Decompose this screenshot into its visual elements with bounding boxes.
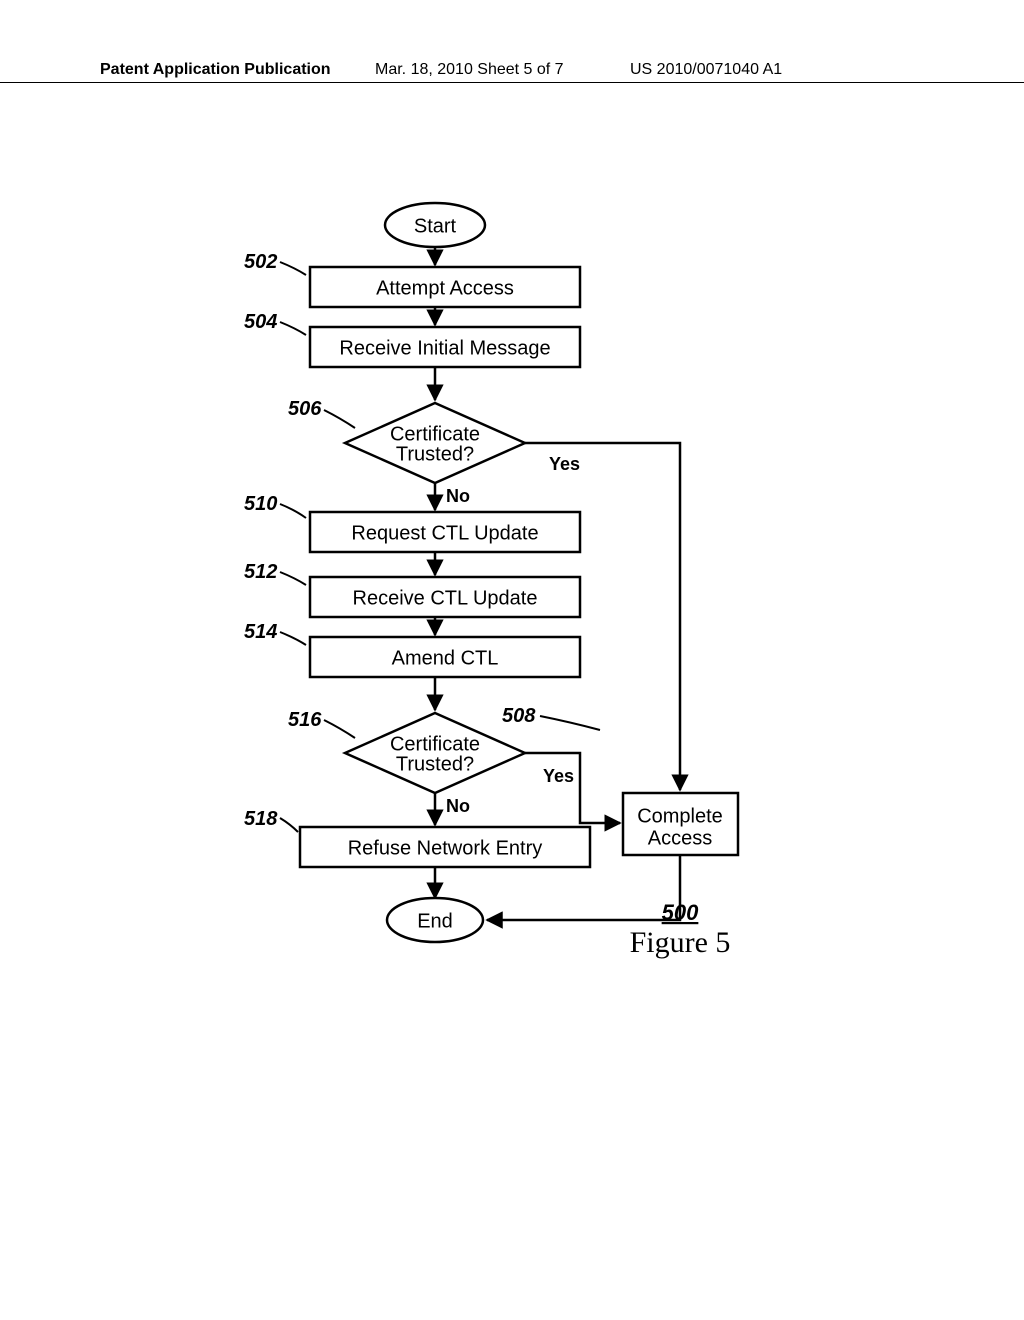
ref-518: 518 [244, 808, 278, 830]
flowchart-diagram: Start Attempt Access 502 Receive Initial… [0, 0, 1024, 1320]
ref-510: 510 [244, 493, 277, 515]
ref-516: 516 [288, 709, 322, 731]
decision-506-line1: Certificate [390, 423, 480, 445]
step-512-text: Receive CTL Update [353, 587, 538, 609]
step-504-text: Receive Initial Message [339, 337, 550, 359]
figure-caption: Figure 5 [630, 926, 731, 959]
label-506-no: No [446, 486, 470, 506]
ref-508: 508 [502, 705, 536, 727]
step-518-text: Refuse Network Entry [348, 837, 543, 859]
label-516-yes: Yes [543, 766, 574, 786]
step-508-line2: Access [648, 827, 712, 849]
label-516-no: No [446, 796, 470, 816]
step-508-line1: Complete [637, 805, 723, 827]
decision-506-line2: Trusted? [396, 443, 474, 465]
figure-number-500: 500 [662, 900, 699, 925]
ref-506: 506 [288, 398, 322, 420]
start-label: Start [414, 215, 457, 237]
decision-516-line2: Trusted? [396, 753, 474, 775]
decision-516-line1: Certificate [390, 733, 480, 755]
ref-502: 502 [244, 251, 277, 273]
step-510-text: Request CTL Update [351, 522, 538, 544]
ref-512: 512 [244, 561, 277, 583]
step-514-text: Amend CTL [392, 647, 499, 669]
end-label: End [417, 910, 453, 932]
ref-504: 504 [244, 311, 277, 333]
ref-514: 514 [244, 621, 277, 643]
label-506-yes: Yes [549, 454, 580, 474]
step-502-text: Attempt Access [376, 277, 514, 299]
